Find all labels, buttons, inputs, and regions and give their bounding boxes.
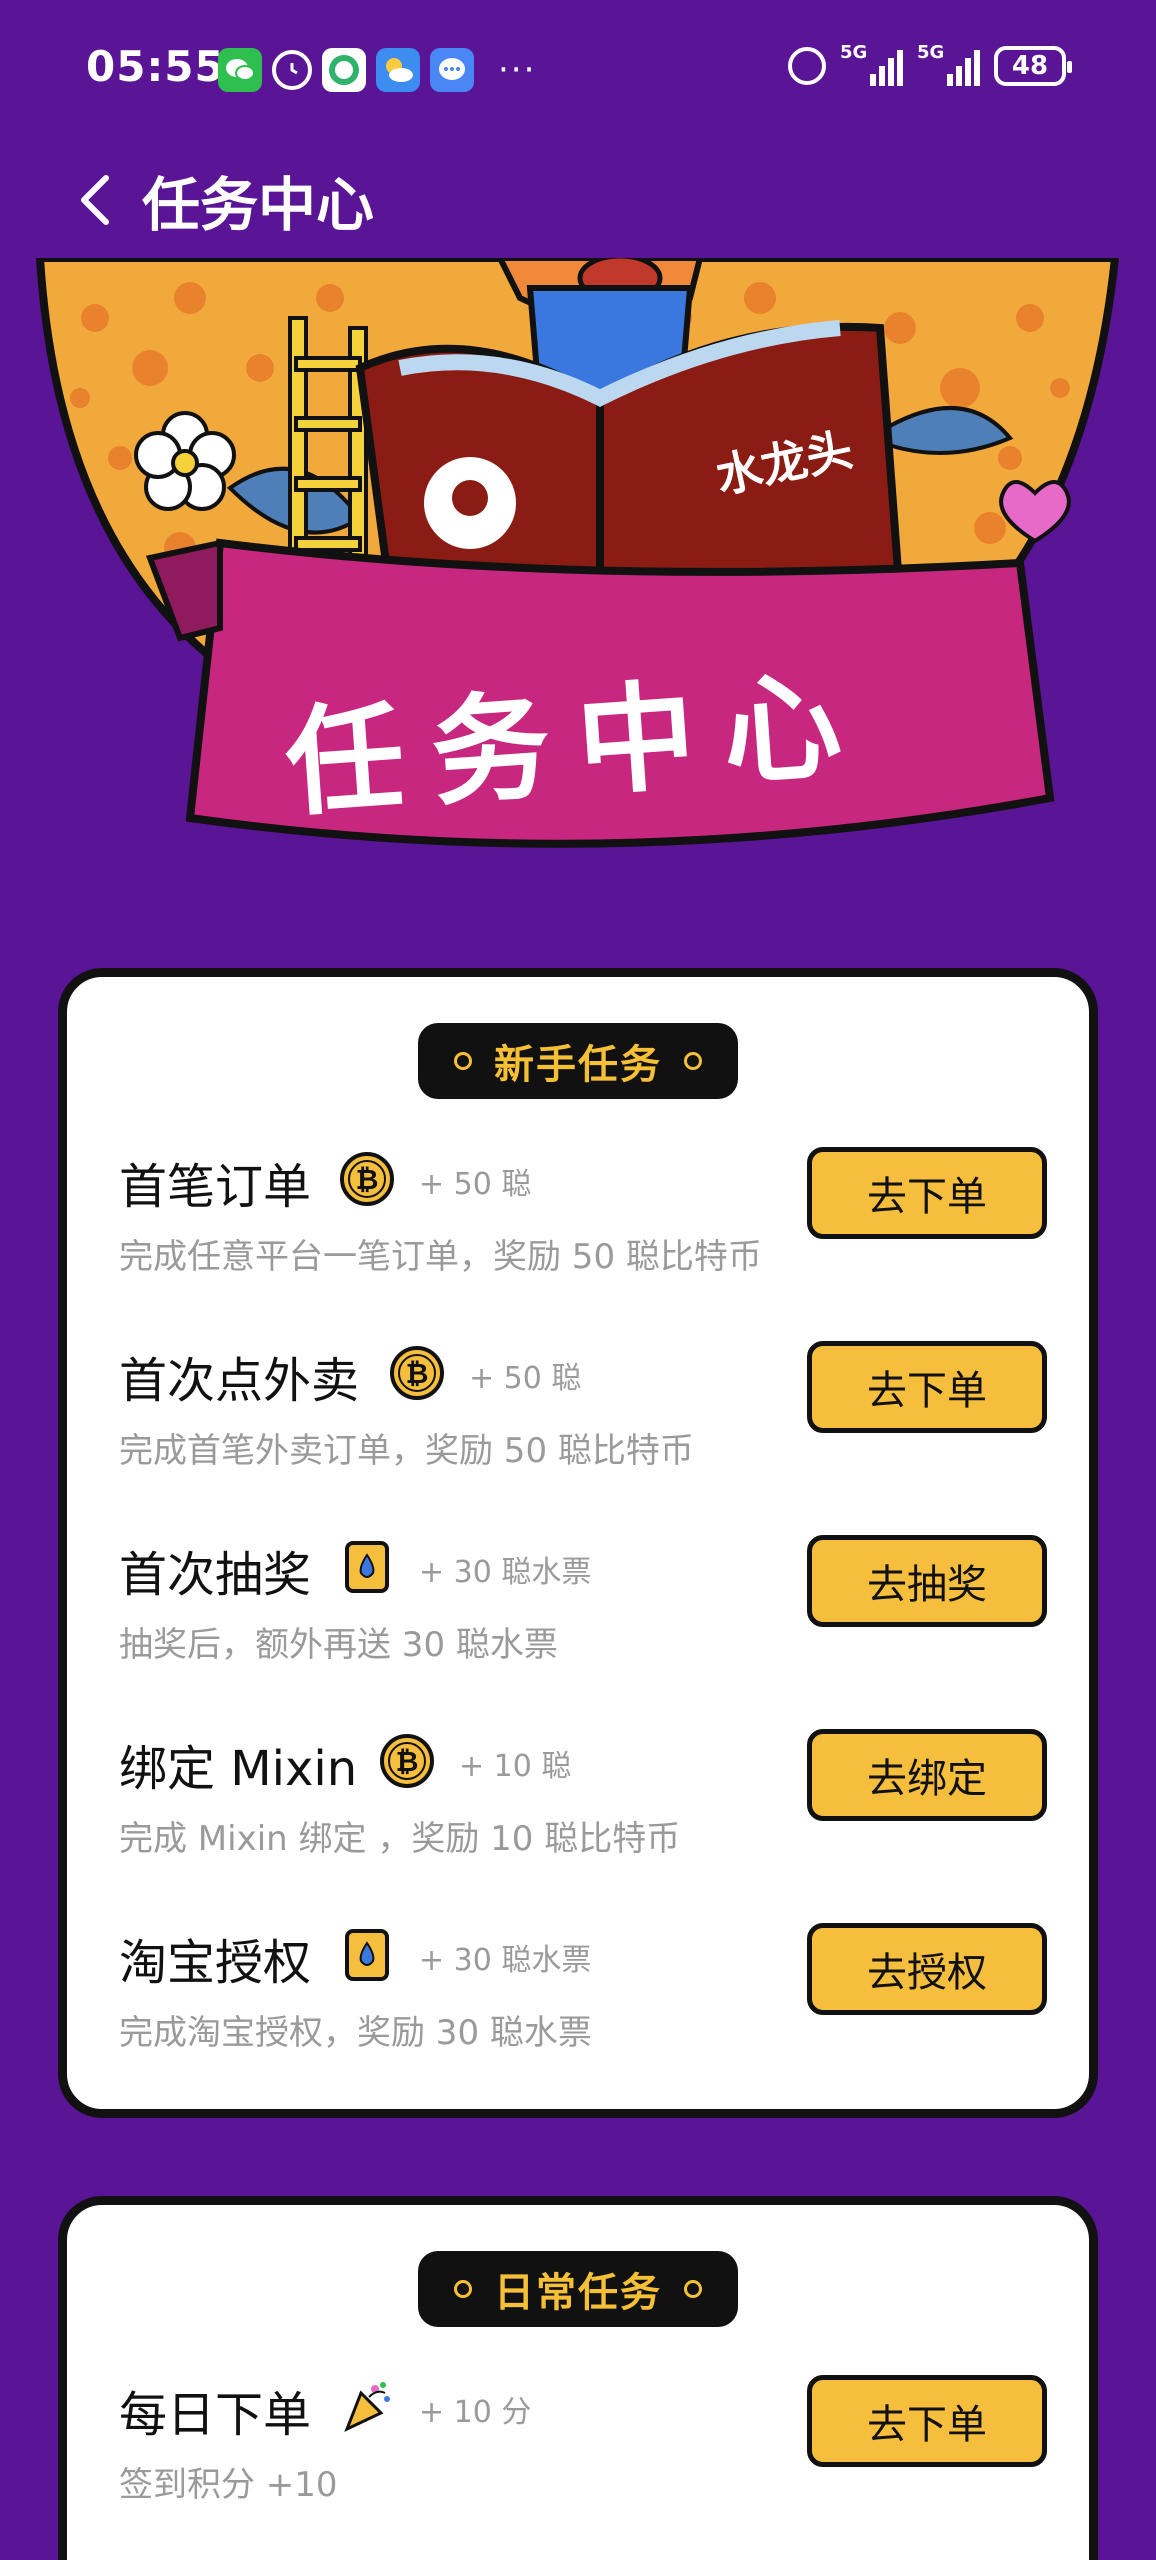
go-bind-button[interactable]: 去绑定	[807, 1729, 1047, 1821]
hero-banner: 水龙头 任务中心	[0, 253, 1156, 918]
pill-dot-right	[684, 2280, 702, 2298]
newbie-tasks-card: 新手任务 首笔订单 ₿ + 50 聪 完成任意平台一笔订单，奖励 50 聪比特币…	[58, 968, 1098, 2118]
signal-icon-2: 5G	[917, 42, 980, 86]
pill-dot-right	[684, 1052, 702, 1070]
bitcoin-coin-icon: ₿	[380, 1734, 434, 1788]
section-header-newbie: 新手任务	[418, 1023, 738, 1099]
go-authorize-button[interactable]: 去授权	[807, 1923, 1047, 2015]
task-row: 淘宝授权 + 30 聪水票 完成淘宝授权，奖励 30 聪水票 去授权	[67, 1923, 1089, 2117]
more-notifications-icon: ···	[498, 50, 537, 90]
system-icons: 5G 5G 48	[788, 42, 1072, 86]
task-description: 完成淘宝授权，奖励 30 聪水票	[119, 2013, 592, 2053]
back-button[interactable]	[54, 160, 134, 240]
task-title: 首次点外卖	[119, 1353, 360, 1409]
task-row: 首次点外卖 ₿ + 50 聪 完成首笔外卖订单，奖励 50 聪比特币 去下单	[67, 1341, 1089, 1535]
task-row: 绑定 Mixin ₿ + 10 聪 完成 Mixin 绑定 ，奖励 10 聪比特…	[67, 1729, 1089, 1923]
task-reward: + 30 聪水票	[419, 1555, 592, 1590]
svg-text:₿: ₿	[396, 1745, 419, 1778]
notification-icons: ···	[218, 48, 536, 92]
task-reward: + 10 聪	[459, 1749, 572, 1784]
go-order-button[interactable]: 去下单	[807, 1147, 1047, 1239]
page-title: 任务中心	[142, 171, 375, 239]
task-center-illustration: 水龙头 任务中心	[35, 253, 1120, 848]
task-row: 首笔订单 ₿ + 50 聪 完成任意平台一笔订单，奖励 50 聪比特币 去下单	[67, 1147, 1089, 1341]
status-time: 05:55	[86, 42, 225, 91]
weather-icon	[376, 48, 420, 92]
task-title: 首次抽奖	[119, 1547, 312, 1603]
task-description: 完成首笔外卖订单，奖励 50 聪比特币	[119, 1431, 694, 1471]
section-header-daily: 日常任务	[418, 2251, 738, 2327]
task-description: 完成 Mixin 绑定 ，奖励 10 聪比特币	[119, 1819, 681, 1859]
task-reward: + 30 聪水票	[419, 1943, 592, 1978]
section-label-daily: 日常任务	[494, 2270, 662, 2316]
signal-icon: 5G	[840, 42, 903, 86]
newbie-task-list: 首笔订单 ₿ + 50 聪 完成任意平台一笔订单，奖励 50 聪比特币 去下单 …	[67, 1147, 1089, 2117]
task-description: 抽奖后，额外再送 30 聪水票	[119, 1625, 558, 1665]
task-description: 签到积分 +10	[119, 2465, 338, 2505]
battery-icon: 48	[994, 46, 1072, 86]
task-title: 每日下单	[119, 2387, 312, 2443]
task-title: 绑定 Mixin	[119, 1741, 358, 1797]
water-ticket-icon	[345, 1541, 389, 1593]
nav-header: 任务中心	[0, 150, 1156, 260]
bitcoin-coin-icon: ₿	[340, 1152, 394, 1206]
section-label-newbie: 新手任务	[494, 1042, 662, 1088]
task-description: 完成任意平台一笔订单，奖励 50 聪比特币	[119, 1237, 762, 1277]
task-row: 首次抽奖 + 30 聪水票 抽奖后，额外再送 30 聪水票 去抽奖	[67, 1535, 1089, 1729]
pill-dot-left	[454, 2280, 472, 2298]
task-reward: + 50 聪	[419, 1167, 532, 1202]
task-title: 首笔订单	[119, 1159, 312, 1215]
svg-text:₿: ₿	[356, 1163, 379, 1196]
party-popper-icon	[344, 2382, 390, 2432]
wechat-icon	[218, 48, 262, 92]
go-takeout-order-button[interactable]: 去下单	[807, 1341, 1047, 1433]
bitcoin-coin-icon: ₿	[390, 1346, 444, 1400]
status-bar: 05:55 ··· 5G 5G 48	[0, 0, 1156, 140]
alarm-clock-icon	[272, 50, 312, 90]
daily-task-list: 每日下单 + 10 分 签到积分 +10 去下单	[67, 2375, 1089, 2560]
task-row: 每日下单 + 10 分 签到积分 +10 去下单	[67, 2375, 1089, 2560]
task-title: 淘宝授权	[119, 1935, 312, 1991]
message-icon	[430, 48, 474, 92]
task-reward: + 10 分	[419, 2395, 532, 2430]
task-reward: + 50 聪	[469, 1361, 582, 1396]
chevron-left-icon	[81, 175, 109, 225]
go-lottery-button[interactable]: 去抽奖	[807, 1535, 1047, 1627]
green-app-icon	[322, 48, 366, 92]
daily-tasks-card: 日常任务 每日下单 + 10 分 签到积分 +10 去下单	[58, 2196, 1098, 2560]
water-ticket-icon	[345, 1929, 389, 1981]
pill-dot-left	[454, 1052, 472, 1070]
svg-text:₿: ₿	[406, 1357, 429, 1390]
alarm-icon	[788, 47, 826, 85]
go-daily-order-button[interactable]: 去下单	[807, 2375, 1047, 2467]
